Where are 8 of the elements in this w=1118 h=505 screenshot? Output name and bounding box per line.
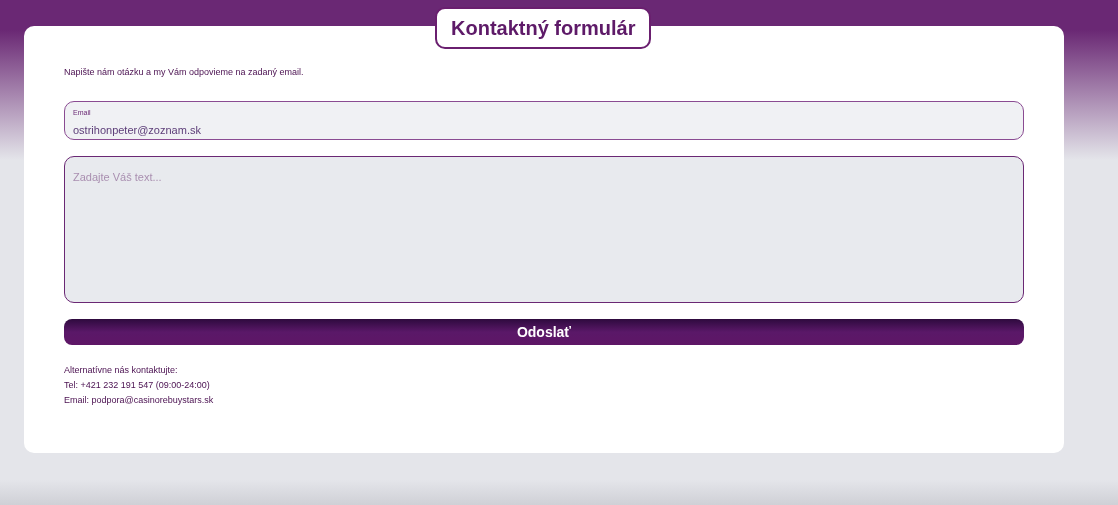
form-title: Kontaktný formulár: [435, 7, 652, 49]
submit-button[interactable]: Odoslať: [64, 319, 1024, 345]
message-field[interactable]: Zadajte Váš text...: [64, 156, 1024, 303]
contact-text: Email: podpora@casinorebuystars.sk: [64, 394, 215, 407]
contact-text: Alternatívne nás kontaktujte:: [64, 364, 179, 377]
intro-text: Napište nám otázku a my Vám odpovieme na zadaný email.: [64, 66, 305, 78]
email-input[interactable]: ostrihonpeter@zoznam.sk: [73, 123, 1015, 137]
contact-text: Tel: +421 232 191 547 (09:00-24:00): [64, 379, 211, 392]
